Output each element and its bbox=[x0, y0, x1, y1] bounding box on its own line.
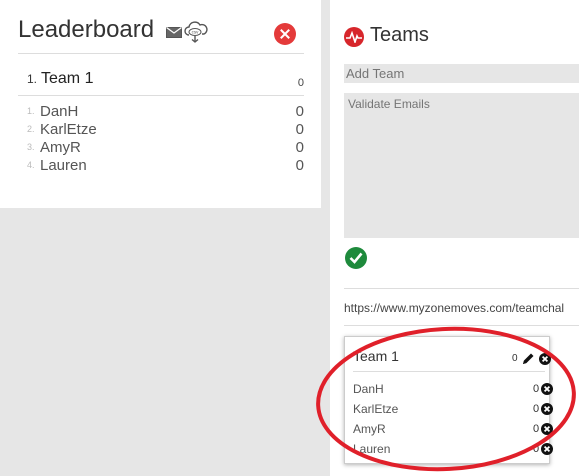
list-item: 4. Lauren 0 bbox=[27, 157, 304, 175]
member-score: 0 bbox=[295, 103, 304, 120]
cloud-download-csv-icon[interactable]: csv bbox=[184, 21, 208, 43]
list-item: AmyR 0 bbox=[353, 420, 553, 440]
member-rank: 1. bbox=[27, 106, 35, 116]
teams-panel: Teams https://www.myzonemoves.com/teamch… bbox=[330, 0, 579, 476]
leaderboard-member-list: 1. DanH 0 2. KarlEtze 0 3. AmyR 0 4. Lau… bbox=[27, 103, 304, 175]
list-item: DanH 0 bbox=[353, 380, 553, 400]
team-card: Team 1 0 DanH 0 KarlEtze 0 AmyR 0 Lauren… bbox=[344, 336, 553, 464]
member-rank: 2. bbox=[27, 124, 35, 134]
close-leaderboard-button[interactable] bbox=[274, 23, 296, 45]
divider bbox=[344, 325, 579, 326]
team-card-score: 0 bbox=[512, 353, 518, 364]
list-item: KarlEtze 0 bbox=[353, 400, 553, 420]
team-score: 0 bbox=[297, 77, 304, 89]
member-score: 0 bbox=[295, 139, 304, 156]
member-name: DanH bbox=[40, 103, 79, 120]
list-item: 1. DanH 0 bbox=[27, 103, 304, 121]
member-score: 0 bbox=[295, 121, 304, 138]
team-name: Team 1 bbox=[41, 70, 94, 87]
member-score: 0 bbox=[533, 403, 540, 415]
envelope-icon[interactable] bbox=[166, 27, 182, 38]
confirm-button[interactable] bbox=[345, 247, 367, 269]
team-rank: 1. bbox=[27, 72, 38, 86]
remove-member-icon[interactable] bbox=[541, 443, 553, 455]
pencil-icon[interactable] bbox=[521, 352, 535, 366]
add-team-input[interactable] bbox=[344, 64, 579, 83]
member-name: AmyR bbox=[40, 139, 81, 156]
member-name: AmyR bbox=[353, 422, 386, 436]
list-item: 3. AmyR 0 bbox=[27, 139, 304, 157]
member-rank: 4. bbox=[27, 160, 35, 170]
member-name: KarlEtze bbox=[40, 121, 97, 138]
validate-emails-field[interactable] bbox=[344, 93, 579, 238]
leaderboard-panel: Leaderboard csv 1. Team 1 0 1. DanH 0 2.… bbox=[0, 0, 321, 208]
member-score: 0 bbox=[533, 443, 540, 455]
member-score: 0 bbox=[533, 423, 540, 435]
member-name: KarlEtze bbox=[353, 402, 399, 416]
member-name: DanH bbox=[353, 382, 384, 396]
divider bbox=[344, 288, 579, 289]
divider bbox=[353, 371, 545, 372]
leaderboard-title: Leaderboard bbox=[18, 16, 155, 43]
list-item: 2. KarlEtze 0 bbox=[27, 121, 304, 139]
member-name: Lauren bbox=[40, 157, 87, 174]
member-score: 0 bbox=[533, 383, 540, 395]
list-item: Lauren 0 bbox=[353, 440, 553, 460]
leaderboard-team-row[interactable]: 1. Team 1 0 bbox=[18, 54, 304, 96]
remove-member-icon[interactable] bbox=[541, 423, 553, 435]
team-card-name: Team 1 bbox=[353, 348, 399, 364]
csv-label: csv bbox=[192, 30, 200, 35]
check-circle-icon bbox=[349, 252, 363, 264]
remove-member-icon[interactable] bbox=[541, 403, 553, 415]
member-score: 0 bbox=[295, 157, 304, 174]
myzone-heartbeat-icon bbox=[344, 27, 364, 47]
remove-member-icon[interactable] bbox=[541, 383, 553, 395]
x-circle-icon[interactable] bbox=[539, 353, 551, 365]
team-card-member-list: DanH 0 KarlEtze 0 AmyR 0 Lauren 0 bbox=[353, 380, 553, 460]
leaderboard-header: Leaderboard csv bbox=[18, 14, 304, 54]
member-rank: 3. bbox=[27, 142, 35, 152]
team-link[interactable]: https://www.myzonemoves.com/teamchal bbox=[344, 301, 579, 315]
teams-title: Teams bbox=[370, 24, 429, 46]
member-name: Lauren bbox=[353, 442, 391, 456]
